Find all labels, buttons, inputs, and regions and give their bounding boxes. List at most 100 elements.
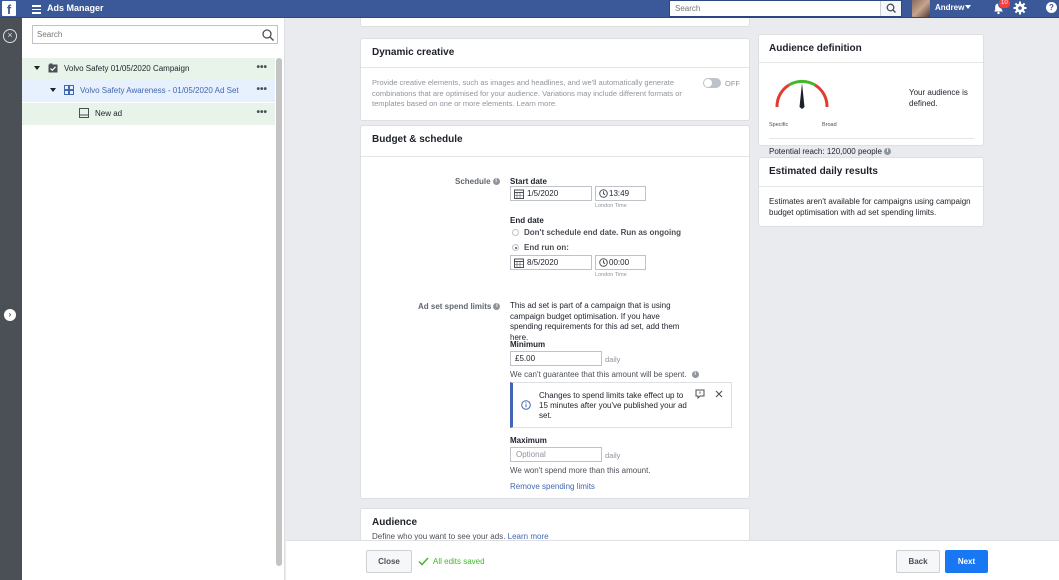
timezone-label: London Time	[595, 272, 627, 278]
estimated-results-card: Estimated daily results Estimates aren't…	[758, 157, 984, 227]
scrollbar[interactable]	[276, 58, 282, 566]
tree-item-ad-set[interactable]: Volvo Safety Awareness - 01/05/2020 Ad S…	[22, 80, 275, 102]
maximum-daily-label: daily	[605, 451, 621, 460]
end-date-field[interactable]: 8/5/2020	[510, 255, 592, 270]
notification-badge: 10	[998, 0, 1011, 9]
maximum-input[interactable]: Optional	[510, 447, 602, 462]
more-options-icon[interactable]: •••	[256, 62, 267, 73]
previous-section-card	[360, 18, 750, 27]
estimated-results-text: Estimates aren't available for campaigns…	[769, 197, 971, 217]
end-run-on-label[interactable]: End run on:	[524, 243, 569, 252]
saved-status: All edits saved	[433, 557, 485, 566]
dynamic-creative-toggle[interactable]	[703, 78, 721, 88]
campaign-tree-panel: Volvo Safety 01/05/2020 Campaign ••• Vol…	[22, 18, 285, 580]
section-title: Budget & schedule	[372, 134, 463, 145]
caret-down-icon[interactable]	[34, 66, 40, 70]
spend-limits-notice: Changes to spend limits take effect up t…	[510, 382, 732, 428]
timezone-label: London Time	[595, 203, 627, 209]
main-content: Dynamic creative Provide creative elemen…	[286, 18, 1059, 540]
maximum-label: Maximum	[510, 436, 547, 445]
search-button[interactable]	[880, 1, 901, 16]
end-run-on-radio[interactable]	[512, 244, 519, 251]
learn-more-link[interactable]: Learn more	[508, 532, 549, 540]
start-date-value: 1/5/2020	[527, 189, 559, 198]
chevron-down-icon[interactable]	[965, 5, 971, 9]
minimum-daily-label: daily	[605, 355, 621, 364]
tree-search-input[interactable]	[33, 26, 253, 43]
start-time-value: 13:49	[609, 189, 630, 198]
spend-limits-label: Ad set spend limits i	[418, 302, 501, 311]
calendar-icon	[514, 258, 524, 268]
minimum-input[interactable]: £5.00	[510, 351, 602, 366]
divider	[361, 156, 749, 157]
left-rail: × ›	[0, 18, 22, 580]
section-title: Audience definition	[769, 43, 862, 54]
user-name[interactable]: Andrew	[935, 3, 964, 12]
remove-spending-limits-link[interactable]: Remove spending limits	[510, 482, 595, 491]
end-ongoing-label[interactable]: Don't schedule end date. Run as ongoing	[524, 228, 681, 237]
avatar[interactable]	[912, 0, 930, 17]
notice-text: Changes to spend limits take effect up t…	[539, 391, 687, 420]
dynamic-creative-description: Provide creative elements, such as image…	[372, 78, 682, 108]
facebook-logo[interactable]: f	[2, 1, 16, 17]
caret-down-icon[interactable]	[50, 88, 56, 92]
end-ongoing-radio[interactable]	[512, 229, 519, 236]
more-options-icon[interactable]: •••	[256, 107, 267, 118]
audience-status-text: Your audience is defined.	[909, 88, 968, 108]
audience-card: Audience Define who you want to see your…	[360, 508, 750, 540]
end-time-field[interactable]: 00:00	[595, 255, 646, 270]
tree-search-box[interactable]	[32, 25, 278, 44]
feedback-icon[interactable]	[695, 389, 705, 399]
campaign-icon	[48, 63, 58, 73]
next-button[interactable]: Next	[945, 550, 988, 573]
budget-schedule-card: Budget & schedule Schedule i Start date 1…	[360, 125, 750, 499]
info-icon[interactable]: i	[492, 178, 500, 186]
chevron-right-icon[interactable]: ›	[4, 309, 16, 321]
ad-icon	[79, 108, 89, 118]
footer-bar: Close All edits saved Back Next	[286, 540, 1059, 580]
tree-item-campaign[interactable]: Volvo Safety 01/05/2020 Campaign •••	[22, 58, 275, 80]
close-icon[interactable]: ×	[3, 29, 17, 43]
ad-set-icon	[64, 85, 74, 95]
toggle-state-label: OFF	[725, 79, 740, 88]
calendar-icon	[514, 189, 524, 199]
more-options-icon[interactable]: •••	[256, 84, 267, 95]
tree-item-ad[interactable]: New ad •••	[22, 103, 275, 125]
gear-icon[interactable]	[1013, 1, 1027, 15]
close-icon[interactable]	[715, 390, 723, 398]
search-icon	[886, 3, 896, 13]
search-icon[interactable]	[261, 28, 275, 42]
end-date-label: End date	[510, 216, 544, 225]
info-icon[interactable]: i	[493, 303, 501, 311]
menu-icon[interactable]	[32, 3, 41, 14]
gauge-specific-label: Specific	[769, 122, 789, 128]
maximum-placeholder: Optional	[516, 450, 546, 459]
section-title: Dynamic creative	[372, 47, 455, 58]
top-search-box[interactable]	[669, 0, 902, 17]
divider	[769, 138, 974, 139]
info-icon[interactable]: i	[883, 148, 891, 156]
back-button[interactable]: Back	[896, 550, 940, 573]
audience-definition-card: Audience definition Specific Broad Your …	[758, 34, 984, 156]
gauge-broad-label: Broad	[822, 122, 837, 128]
close-button[interactable]: Close	[366, 550, 412, 573]
dynamic-creative-card: Dynamic creative Provide creative elemen…	[360, 38, 750, 121]
help-icon[interactable]: ?	[1046, 2, 1057, 13]
section-title: Audience	[372, 517, 418, 528]
end-date-value: 8/5/2020	[527, 258, 559, 267]
clock-icon	[599, 189, 608, 198]
spend-limits-text: This ad set is part of a campaign that i…	[510, 301, 680, 342]
start-time-field[interactable]: 13:49	[595, 186, 646, 201]
minimum-note: We can't guarantee that this amount will…	[510, 370, 699, 379]
section-title: Estimated daily results	[769, 166, 878, 177]
potential-reach: Potential reach: 120,000 people i	[769, 147, 891, 156]
audience-gauge	[775, 79, 829, 109]
tree-item-label: New ad	[95, 109, 123, 118]
app-title[interactable]: Ads Manager	[47, 3, 104, 13]
info-icon[interactable]: i	[691, 371, 699, 379]
start-date-field[interactable]: 1/5/2020	[510, 186, 592, 201]
top-search-input[interactable]	[670, 1, 880, 16]
minimum-label: Minimum	[510, 340, 546, 349]
tree-item-label: Volvo Safety 01/05/2020 Campaign	[64, 64, 190, 73]
maximum-note: We won't spend more than this amount.	[510, 466, 651, 475]
